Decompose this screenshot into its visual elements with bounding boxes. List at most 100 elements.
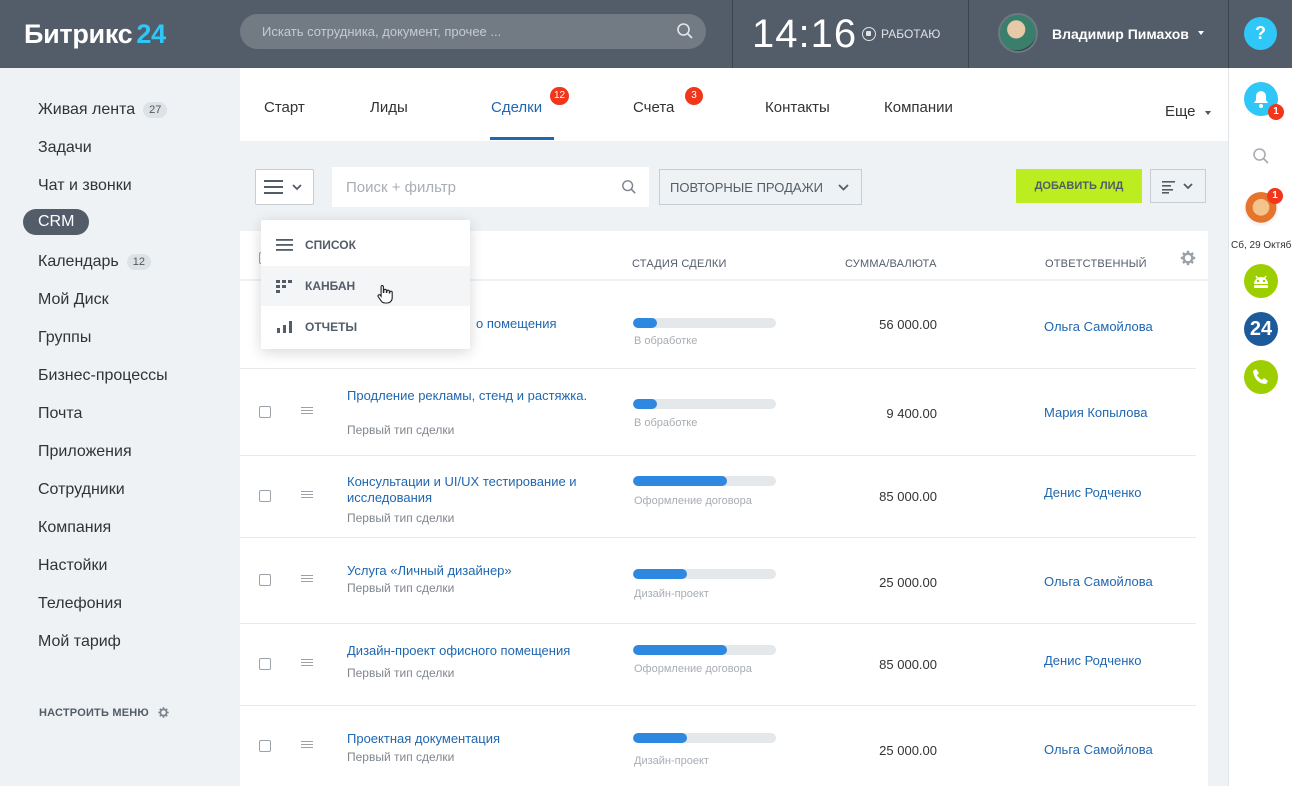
filter-search-input[interactable]: Поиск + фильтр xyxy=(346,179,456,196)
sidebar-item[interactable]: Приложения xyxy=(38,443,132,461)
view-reports-item[interactable]: ОТЧЕТЫ xyxy=(261,307,470,347)
stage-progress-bar[interactable] xyxy=(633,318,776,328)
responsible-link[interactable]: Денис Родченко xyxy=(1044,485,1141,500)
responsible-link[interactable]: Ольга Самойлова xyxy=(1044,574,1153,589)
android-app-button[interactable] xyxy=(1244,264,1278,298)
sidebar-item[interactable]: CRM xyxy=(23,209,90,235)
sidebar-item[interactable]: Живая лента 27 xyxy=(38,101,168,119)
deal-name-link[interactable]: Проектная документация xyxy=(347,731,597,747)
column-stage[interactable]: СТАДИЯ СДЕЛКИ xyxy=(632,258,727,270)
view-kanban-item[interactable]: КАНБАН xyxy=(261,266,470,306)
deal-type: Первый тип сделки xyxy=(347,581,455,595)
row-checkbox[interactable] xyxy=(259,490,271,502)
row-checkbox[interactable] xyxy=(259,405,271,418)
phone-button[interactable] xyxy=(1244,360,1278,394)
sidebar-item-label: Задачи xyxy=(38,139,92,156)
row-checkbox[interactable] xyxy=(259,574,271,586)
sidebar-item-label: Бизнес-процессы xyxy=(38,367,168,384)
sidebar-item[interactable]: Мой тариф xyxy=(38,633,121,651)
column-amount[interactable]: СУММА/ВАЛЮТА xyxy=(845,258,937,270)
chevron-down-icon xyxy=(1183,183,1193,190)
tab[interactable]: Сделки xyxy=(491,99,542,116)
stage-label: Оформление договора xyxy=(634,663,752,675)
tab[interactable]: Счета xyxy=(633,99,674,116)
stage-progress-fill xyxy=(633,569,688,579)
sidebar-item[interactable]: Задачи xyxy=(38,139,92,157)
sidebar-item[interactable]: Почта xyxy=(38,405,82,423)
row-divider xyxy=(240,455,1196,456)
search-icon[interactable] xyxy=(676,22,694,40)
chevron-down-icon[interactable] xyxy=(1198,31,1204,35)
deal-name-link[interactable]: Продление рекламы, стенд и растяжка. xyxy=(347,388,597,404)
right-sidebar: 1 1 Сб, 29 Октяб 24 xyxy=(1228,68,1292,786)
tab[interactable]: Компании xyxy=(884,99,953,116)
header-divider xyxy=(732,0,733,68)
gear-icon xyxy=(158,707,169,718)
deal-name-link[interactable]: Услуга «Личный дизайнер» xyxy=(347,563,597,579)
responsible-link[interactable]: Денис Родченко xyxy=(1044,653,1141,668)
deal-name-link[interactable]: Дизайн-проект офисного помещения xyxy=(347,643,597,659)
row-divider xyxy=(240,623,1196,624)
stage-progress-bar[interactable] xyxy=(633,476,776,486)
row-divider xyxy=(240,537,1196,538)
clock[interactable]: 14:16 xyxy=(752,12,857,57)
stage-progress-bar[interactable] xyxy=(633,645,776,655)
chat-contact-avatar[interactable]: 1 xyxy=(1244,188,1283,226)
user-name[interactable]: Владимир Пимахов xyxy=(1052,26,1189,42)
tab[interactable]: Старт xyxy=(264,99,305,116)
stage-progress-bar[interactable] xyxy=(633,399,776,409)
global-search-input[interactable]: Искать сотрудника, документ, прочее ... xyxy=(262,24,501,39)
view-mode-button[interactable] xyxy=(255,169,314,205)
add-lead-button[interactable]: ДОБАВИТЬ ЛИД xyxy=(1016,169,1142,203)
deal-name-link[interactable]: о помещения xyxy=(476,316,616,332)
gear-icon[interactable] xyxy=(1179,249,1197,267)
drag-handle-icon[interactable] xyxy=(301,659,313,668)
tab[interactable]: Контакты xyxy=(765,99,830,116)
work-status[interactable]: РАБОТАЮ xyxy=(862,27,940,41)
notifications-button[interactable]: 1 xyxy=(1244,82,1284,120)
sidebar-item[interactable]: Чат и звонки xyxy=(38,177,132,195)
stage-progress-bar[interactable] xyxy=(633,569,776,579)
search-icon[interactable] xyxy=(1252,147,1270,165)
responsible-link[interactable]: Мария Копылова xyxy=(1044,405,1148,420)
tab[interactable]: Лиды xyxy=(370,99,408,116)
chevron-down-icon[interactable] xyxy=(1205,111,1211,115)
stage-progress-bar[interactable] xyxy=(633,733,776,743)
drag-handle-icon[interactable] xyxy=(301,575,313,584)
sidebar-item[interactable]: Календарь 12 xyxy=(38,253,152,271)
user-avatar[interactable] xyxy=(998,13,1038,53)
deal-amount: 85 000.00 xyxy=(879,489,937,504)
stage-progress-fill xyxy=(633,476,728,486)
help-button[interactable]: ? xyxy=(1244,17,1277,50)
setup-menu-button[interactable]: НАСТРОИТЬ МЕНЮ xyxy=(39,706,170,719)
sidebar-item[interactable]: Бизнес-процессы xyxy=(38,367,168,385)
sidebar-item[interactable]: Настойки xyxy=(38,557,107,575)
tab-more[interactable]: Еще xyxy=(1165,103,1196,120)
responsible-link[interactable]: Ольга Самойлова xyxy=(1044,742,1153,757)
row-checkbox[interactable] xyxy=(259,739,271,752)
sidebar-item[interactable]: Мой Диск xyxy=(38,291,109,309)
responsible-link[interactable]: Ольга Самойлова xyxy=(1044,319,1153,334)
global-search[interactable]: Искать сотрудника, документ, прочее ... xyxy=(240,14,706,49)
search-icon[interactable] xyxy=(621,179,637,195)
sidebar-item-label: Чат и звонки xyxy=(38,177,132,194)
bitrix24-app-button[interactable]: 24 xyxy=(1244,312,1278,346)
active-tab-indicator xyxy=(490,137,554,140)
filter-search[interactable]: Поиск + фильтр xyxy=(332,167,649,207)
sidebar-item[interactable]: Телефония xyxy=(38,595,122,613)
drag-handle-icon[interactable] xyxy=(301,491,313,500)
deal-amount: 9 400.00 xyxy=(886,406,937,421)
sidebar-item[interactable]: Компания xyxy=(38,519,111,537)
drag-handle-icon[interactable] xyxy=(301,406,313,416)
view-list-item[interactable]: СПИСОК xyxy=(261,225,470,265)
drag-handle-icon[interactable] xyxy=(301,740,313,750)
column-responsible[interactable]: ОТВЕТСТВЕННЫЙ xyxy=(1045,258,1147,270)
preset-dropdown[interactable]: ПОВТОРНЫЕ ПРОДАЖИ xyxy=(659,169,862,205)
grid-settings-button[interactable] xyxy=(1150,169,1206,203)
bell-icon xyxy=(1254,91,1268,108)
sidebar-item[interactable]: Группы xyxy=(38,329,91,347)
deal-name-link[interactable]: Консультации и UI/UX тестирование и иссл… xyxy=(347,474,597,506)
row-checkbox[interactable] xyxy=(259,658,271,670)
logo[interactable]: Битрикс 24 xyxy=(24,19,166,50)
sidebar-item[interactable]: Сотрудники xyxy=(38,481,125,499)
